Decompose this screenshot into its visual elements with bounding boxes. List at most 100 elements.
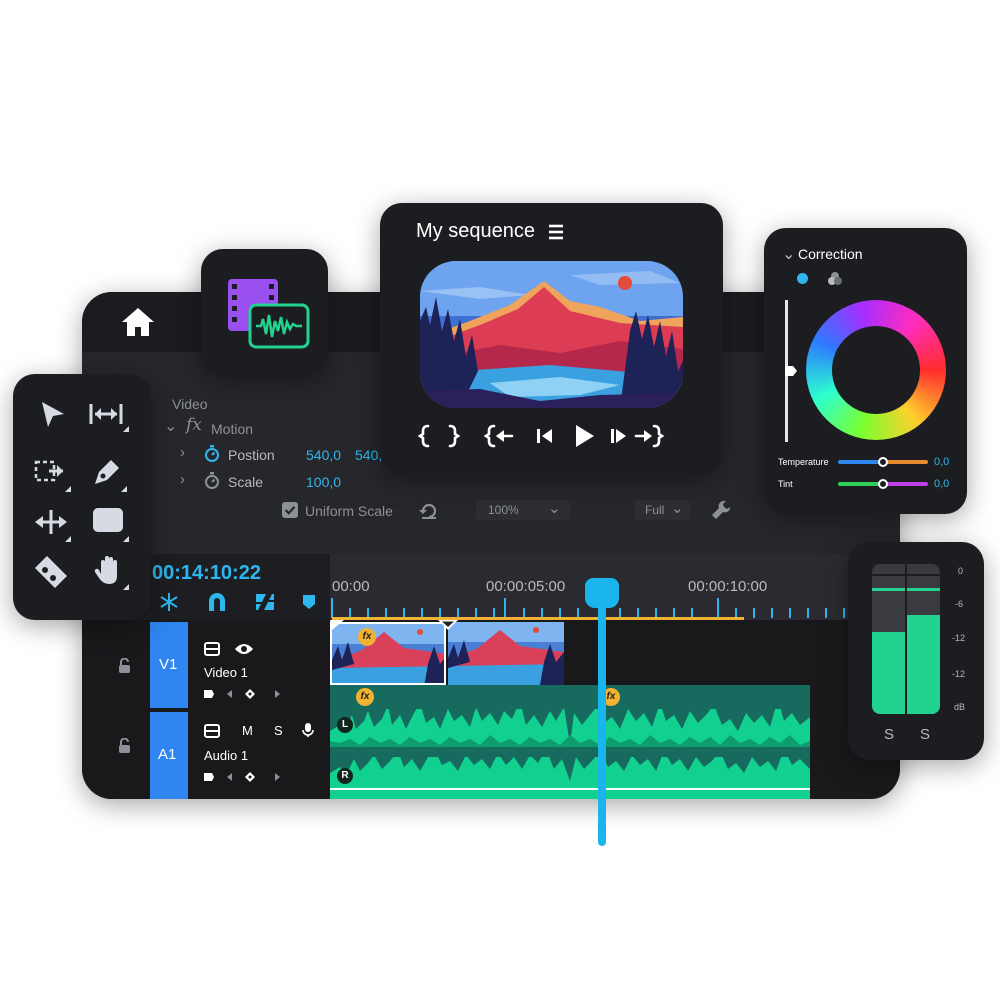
- lock-icon[interactable]: [118, 658, 131, 673]
- correction-title: Correction: [798, 246, 863, 262]
- play-button[interactable]: [572, 425, 594, 449]
- rgb-mode-icon[interactable]: [827, 271, 843, 286]
- stopwatch-icon[interactable]: [204, 472, 220, 489]
- zoom-value: 100%: [488, 503, 519, 517]
- chevron-down-icon[interactable]: ⌄: [164, 416, 177, 436]
- lock-icon[interactable]: [118, 738, 131, 753]
- audio-clip[interactable]: fx fx L R: [330, 685, 810, 799]
- meter-level-right: [907, 615, 940, 714]
- ripple-edit-tool-icon[interactable]: [33, 458, 71, 492]
- solo-button[interactable]: S: [274, 723, 283, 738]
- ruler-label: 00:00: [332, 578, 370, 595]
- ruler-label: 00:00:05:00: [486, 578, 566, 595]
- meter-scale-label: -12: [952, 633, 966, 643]
- pen-tool-icon[interactable]: [91, 456, 127, 492]
- color-mode-dot[interactable]: [797, 273, 808, 284]
- chevron-down-icon: ⌄: [671, 500, 684, 517]
- correction-panel: ⌄ Correction Temperature 0,0 Tint 0,0: [764, 228, 967, 514]
- linked-selection-icon[interactable]: [254, 592, 276, 612]
- menu-icon[interactable]: [548, 224, 564, 240]
- quality-value: Full: [645, 503, 665, 517]
- meter-scale-label: dB: [954, 702, 966, 712]
- luma-slider-handle[interactable]: [785, 366, 797, 376]
- meter-level-left: [872, 631, 905, 714]
- solo-right-button[interactable]: S: [920, 726, 930, 743]
- chevron-right-icon[interactable]: ›: [180, 471, 185, 488]
- uniform-scale-checkbox[interactable]: [282, 502, 298, 518]
- meter-scale-label: 0: [958, 566, 964, 576]
- color-wheel[interactable]: [806, 300, 946, 440]
- temperature-value[interactable]: 0,0: [934, 456, 949, 468]
- v1-label: V1: [159, 656, 178, 673]
- transition-marker[interactable]: [330, 620, 344, 630]
- meter-scale-label: -6: [955, 599, 964, 609]
- position-label: Postion: [228, 447, 275, 463]
- zoom-select[interactable]: 100% ⌄: [476, 500, 570, 520]
- temperature-slider[interactable]: [838, 457, 928, 467]
- stopwatch-active-icon[interactable]: [204, 445, 220, 462]
- fx-icon: fx: [186, 415, 202, 435]
- fx-badge[interactable]: fx: [356, 688, 374, 706]
- marker-icon[interactable]: [302, 594, 316, 610]
- scale-value[interactable]: 100,0: [306, 474, 341, 490]
- eye-icon[interactable]: [234, 642, 254, 656]
- v1-target[interactable]: V1: [150, 622, 188, 708]
- slip-tool-icon[interactable]: [33, 508, 71, 542]
- video-clip[interactable]: [448, 622, 564, 685]
- sync-lock-icon[interactable]: [204, 642, 220, 656]
- scale-label: Scale: [228, 474, 264, 490]
- audio-track-name: Audio 1: [204, 748, 249, 763]
- transition-marker[interactable]: [438, 620, 458, 630]
- position-x-value[interactable]: 540,0: [306, 447, 341, 463]
- snap-magnet-icon[interactable]: [206, 592, 228, 612]
- media-tile[interactable]: [201, 249, 328, 376]
- transport-controls: [418, 423, 688, 449]
- tint-slider[interactable]: [838, 479, 928, 489]
- peak-hold-right: [907, 588, 940, 591]
- video-track-name: Video 1: [204, 665, 248, 680]
- reset-icon[interactable]: [419, 502, 439, 520]
- track-select-tool-icon[interactable]: [89, 402, 129, 432]
- a1-target[interactable]: A1: [150, 712, 188, 799]
- film-audio-icon: [228, 279, 310, 349]
- program-monitor: My sequence: [380, 203, 723, 475]
- a1-label: A1: [158, 746, 177, 763]
- fx-badge[interactable]: fx: [358, 628, 376, 646]
- temperature-label: Temperature: [778, 457, 829, 467]
- motion-label: Motion: [211, 421, 254, 437]
- preview-frame[interactable]: [420, 261, 683, 408]
- temperature-handle[interactable]: [878, 457, 888, 467]
- chevron-down-icon[interactable]: ⌄: [782, 244, 795, 264]
- timecode[interactable]: 00:14:10:22: [152, 562, 261, 585]
- mute-button[interactable]: M: [242, 723, 253, 738]
- chevron-down-icon: ⌄: [548, 500, 561, 517]
- video-clip-selected[interactable]: [330, 622, 446, 685]
- meter-frame: [872, 564, 940, 714]
- step-back-button[interactable]: [484, 425, 514, 449]
- audio-meter-panel: 0 -6 -12 -12 dB S S: [848, 542, 984, 760]
- playhead-handle[interactable]: [585, 578, 619, 608]
- razor-tool-icon[interactable]: [33, 554, 71, 590]
- tint-handle[interactable]: [878, 479, 888, 489]
- sequence-title: My sequence: [416, 220, 535, 242]
- position-y-value[interactable]: 540,: [355, 447, 382, 463]
- tint-value[interactable]: 0,0: [934, 478, 949, 490]
- video-section-label: Video: [172, 396, 208, 412]
- wrench-icon[interactable]: [710, 499, 732, 521]
- hand-tool-icon[interactable]: [93, 554, 129, 590]
- meter-scale-label: -12: [952, 669, 966, 679]
- chevron-right-icon[interactable]: ›: [180, 444, 185, 461]
- uniform-scale-label: Uniform Scale: [305, 503, 393, 519]
- playhead-line[interactable]: [598, 600, 606, 846]
- rectangle-tool-icon[interactable]: [93, 508, 129, 542]
- home-icon[interactable]: [120, 306, 156, 338]
- ripple-edit-icon[interactable]: [158, 592, 180, 612]
- quality-select[interactable]: Full ⌄: [634, 500, 690, 520]
- peak-hold-left: [872, 588, 905, 591]
- selection-tool-icon[interactable]: [39, 400, 67, 430]
- keyframe-nav-icon[interactable]: [202, 688, 282, 700]
- keyframe-nav-icon[interactable]: [202, 771, 282, 783]
- microphone-icon[interactable]: [302, 722, 314, 738]
- sync-lock-icon[interactable]: [204, 724, 220, 738]
- solo-left-button[interactable]: S: [884, 726, 894, 743]
